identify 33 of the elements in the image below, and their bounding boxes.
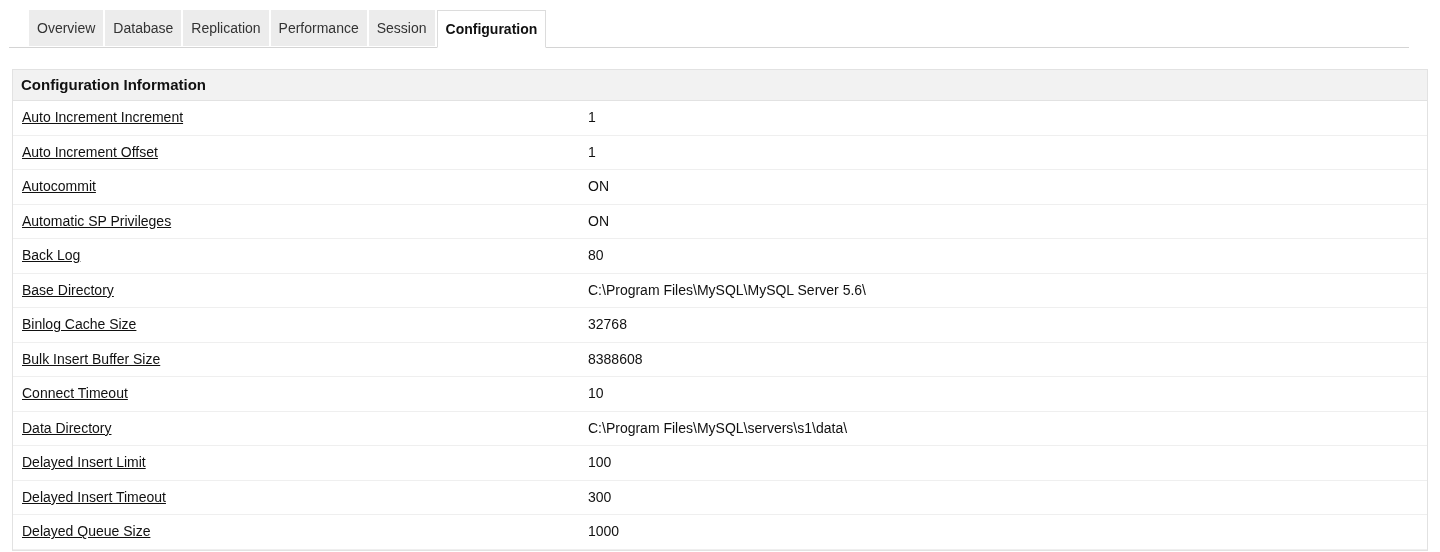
panel-title: Configuration Information xyxy=(21,74,206,95)
setting-value: 8388608 xyxy=(588,349,643,369)
tab[interactable]: Configuration xyxy=(436,10,547,48)
setting-link[interactable]: Automatic SP Privileges xyxy=(22,212,172,229)
setting-value: 32768 xyxy=(588,315,627,335)
setting-link[interactable]: Delayed Queue Size xyxy=(22,523,151,540)
setting-value: ON xyxy=(588,177,609,197)
setting-value: 100 xyxy=(588,453,612,473)
setting-value: 10 xyxy=(588,384,604,404)
setting-value: 80 xyxy=(588,246,604,266)
setting-link[interactable]: Base Directory xyxy=(22,281,114,298)
setting-link[interactable]: Autocommit xyxy=(22,178,96,195)
setting-value: 1000 xyxy=(588,522,620,542)
setting-link[interactable]: Data Directory xyxy=(22,419,112,436)
setting-link[interactable]: Binlog Cache Size xyxy=(22,316,137,333)
tab[interactable]: Replication xyxy=(183,10,269,46)
setting-value: C:\Program Files\MySQL\servers\s1\data\ xyxy=(588,418,848,438)
setting-link[interactable]: Auto Increment Offset xyxy=(22,143,158,160)
setting-value: 300 xyxy=(588,487,612,507)
setting-link[interactable]: Connect Timeout xyxy=(22,385,128,402)
setting-link[interactable]: Delayed Insert Timeout xyxy=(22,488,166,505)
tab[interactable]: Session xyxy=(368,10,435,46)
setting-value: 1 xyxy=(588,142,596,162)
tab[interactable]: Database xyxy=(105,10,182,46)
tab[interactable]: Overview xyxy=(29,10,104,46)
setting-link[interactable]: Auto Increment Increment xyxy=(22,109,184,126)
setting-link[interactable]: Bulk Insert Buffer Size xyxy=(22,350,161,367)
setting-value: C:\Program Files\MySQL\MySQL Server 5.6\ xyxy=(588,280,866,300)
setting-link[interactable]: Delayed Insert Limit xyxy=(22,454,146,471)
tab[interactable]: Performance xyxy=(270,10,367,46)
setting-link[interactable]: Back Log xyxy=(22,247,81,264)
setting-value: 1 xyxy=(588,108,596,128)
setting-value: ON xyxy=(588,211,609,231)
